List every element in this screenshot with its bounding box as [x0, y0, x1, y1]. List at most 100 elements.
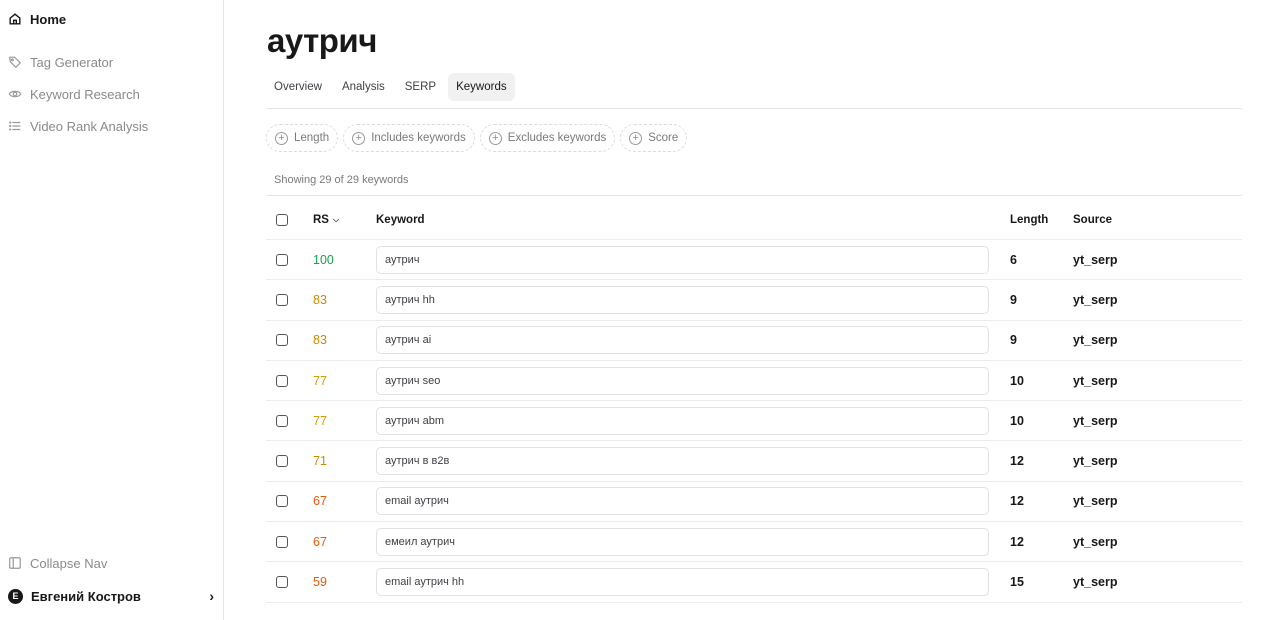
keyword-length: 10 [1010, 413, 1024, 428]
keyword-input[interactable] [376, 366, 989, 395]
column-header-length: Length [1010, 214, 1049, 226]
filter-label: Score [648, 132, 679, 144]
table-row: 59 15 yt_serp [266, 562, 1242, 603]
rs-score: 77 [313, 413, 327, 428]
plus-circle-icon: + [629, 131, 643, 145]
divider [266, 108, 1242, 109]
keyword-length: 12 [1010, 534, 1024, 549]
row-checkbox[interactable] [276, 293, 288, 306]
tab-analysis[interactable]: Analysis [334, 73, 393, 101]
select-all-checkbox[interactable] [276, 214, 288, 226]
table-row: 100 6 yt_serp [266, 240, 1242, 281]
row-checkbox[interactable] [276, 374, 288, 387]
table-row: 71 12 yt_serp [266, 441, 1242, 482]
tab-serp[interactable]: SERP [397, 73, 444, 101]
keyword-source: yt_serp [1073, 292, 1118, 307]
rs-sort-button[interactable]: RS ⌵ [313, 214, 339, 226]
plus-circle-icon: + [275, 131, 288, 145]
keyword-source: yt_serp [1073, 575, 1118, 590]
rs-score: 71 [313, 454, 327, 469]
row-checkbox[interactable] [276, 455, 288, 468]
keyword-length: 12 [1010, 454, 1024, 469]
sidebar-item-label: Tag Generator [30, 54, 114, 70]
keyword-input[interactable] [376, 326, 989, 355]
rs-score: 67 [313, 494, 327, 509]
row-checkbox[interactable] [276, 535, 288, 548]
rs-score: 67 [313, 534, 327, 549]
sidebar-item-label: Keyword Research [30, 86, 140, 102]
filter-label: Length [294, 132, 330, 144]
keyword-length: 12 [1010, 494, 1024, 509]
keywords-table: RS ⌵ Keyword Length Source 100 6 yt_serp… [266, 201, 1242, 603]
page-title: аутрич [267, 22, 377, 59]
rs-score: 59 [313, 575, 327, 590]
sidebar-item-label: Home [30, 11, 67, 27]
row-checkbox[interactable] [276, 334, 288, 347]
rs-score: 77 [313, 373, 327, 388]
column-header-rs: RS [313, 214, 329, 226]
keyword-input[interactable] [376, 285, 989, 314]
keyword-source: yt_serp [1073, 494, 1118, 509]
keyword-input[interactable] [376, 447, 989, 476]
keyword-source: yt_serp [1073, 252, 1118, 267]
sidebar-item-label: Video Rank Analysis [30, 118, 149, 134]
filter-score-button[interactable]: + Score [620, 124, 688, 152]
collapse-nav-button[interactable]: Collapse Nav [8, 551, 107, 575]
user-name: Евгений Костров [31, 588, 141, 604]
keyword-input[interactable] [376, 527, 989, 556]
tab-keywords[interactable]: Keywords [448, 73, 515, 101]
row-checkbox[interactable] [276, 414, 288, 427]
column-header-keyword: Keyword [376, 214, 425, 226]
keyword-length: 9 [1010, 292, 1017, 307]
filter-label: Includes keywords [371, 132, 466, 144]
filter-length-button[interactable]: + Length [266, 124, 339, 152]
filter-bar: + Length + Includes keywords + Excludes … [266, 124, 688, 152]
sidebar-item-home[interactable]: Home [8, 7, 66, 31]
collapse-nav-label: Collapse Nav [30, 555, 108, 571]
home-icon [8, 12, 22, 26]
row-checkbox[interactable] [276, 495, 288, 508]
rs-score: 83 [313, 292, 327, 307]
keyword-input[interactable] [376, 245, 989, 274]
table-row: 67 12 yt_serp [266, 522, 1242, 563]
sidebar-item-video-rank-analysis[interactable]: Video Rank Analysis [8, 114, 148, 138]
row-checkbox[interactable] [276, 253, 288, 266]
filter-excludes-keywords-button[interactable]: + Excludes keywords [479, 124, 616, 152]
avatar: E [8, 588, 23, 604]
table-row: 67 12 yt_serp [266, 482, 1242, 523]
keyword-source: yt_serp [1073, 373, 1118, 388]
keyword-source: yt_serp [1073, 413, 1118, 428]
column-header-source: Source [1073, 214, 1112, 226]
list-icon [8, 119, 22, 133]
table-row: 83 9 yt_serp [266, 321, 1242, 361]
keyword-input[interactable] [376, 487, 989, 516]
keyword-length: 9 [1010, 333, 1017, 348]
sidebar-item-keyword-research[interactable]: Keyword Research [8, 82, 140, 106]
table-row: 77 10 yt_serp [266, 361, 1242, 402]
keyword-source: yt_serp [1073, 534, 1118, 549]
table-header-row: RS ⌵ Keyword Length Source [266, 201, 1242, 240]
tag-icon [8, 55, 22, 69]
rs-score: 100 [313, 252, 334, 267]
tabs: Overview Analysis SERP Keywords [266, 73, 515, 101]
main-content: аутрич Overview Analysis SERP Keywords +… [224, 0, 1280, 620]
chevron-down-icon: ⌵ [332, 215, 340, 224]
sidebar-item-tag-generator[interactable]: Tag Generator [8, 50, 113, 74]
panel-icon [8, 556, 22, 570]
tab-overview[interactable]: Overview [266, 73, 330, 101]
sidebar: Home Tag Generator Keyword Research Vide… [0, 0, 224, 620]
filter-includes-keywords-button[interactable]: + Includes keywords [343, 124, 475, 152]
keyword-length: 15 [1010, 575, 1024, 590]
eye-icon [8, 87, 22, 101]
rs-score: 83 [313, 333, 327, 348]
keyword-input[interactable] [376, 406, 989, 435]
divider [266, 195, 1242, 196]
table-row: 83 9 yt_serp [266, 280, 1242, 321]
keyword-length: 10 [1010, 373, 1024, 388]
plus-circle-icon: + [352, 131, 366, 145]
table-row: 77 10 yt_serp [266, 401, 1242, 442]
keyword-input[interactable] [376, 568, 989, 597]
user-menu[interactable]: E Евгений Костров › [8, 584, 214, 608]
row-checkbox[interactable] [276, 576, 288, 589]
plus-circle-icon: + [488, 131, 502, 145]
